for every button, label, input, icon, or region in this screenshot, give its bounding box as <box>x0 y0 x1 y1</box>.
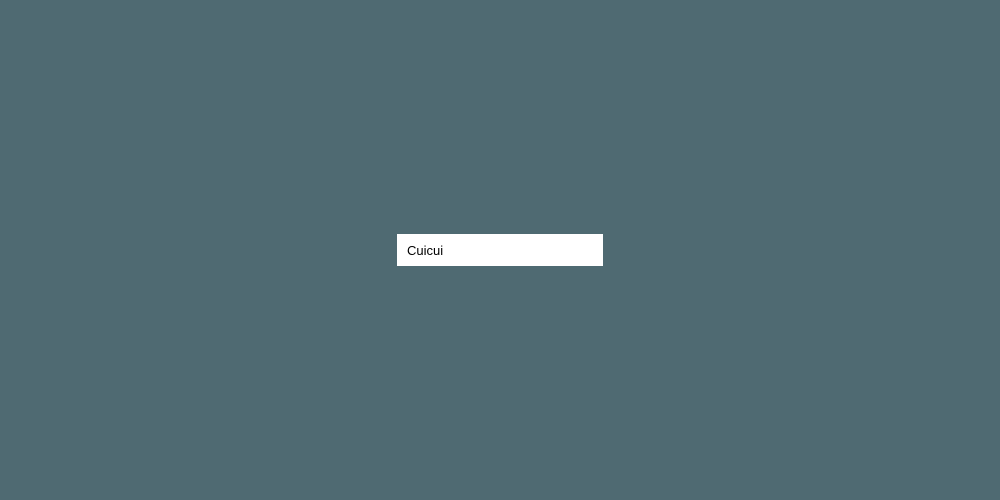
text-input-value: Cuicui <box>407 243 443 258</box>
text-input[interactable]: Cuicui <box>397 234 603 266</box>
